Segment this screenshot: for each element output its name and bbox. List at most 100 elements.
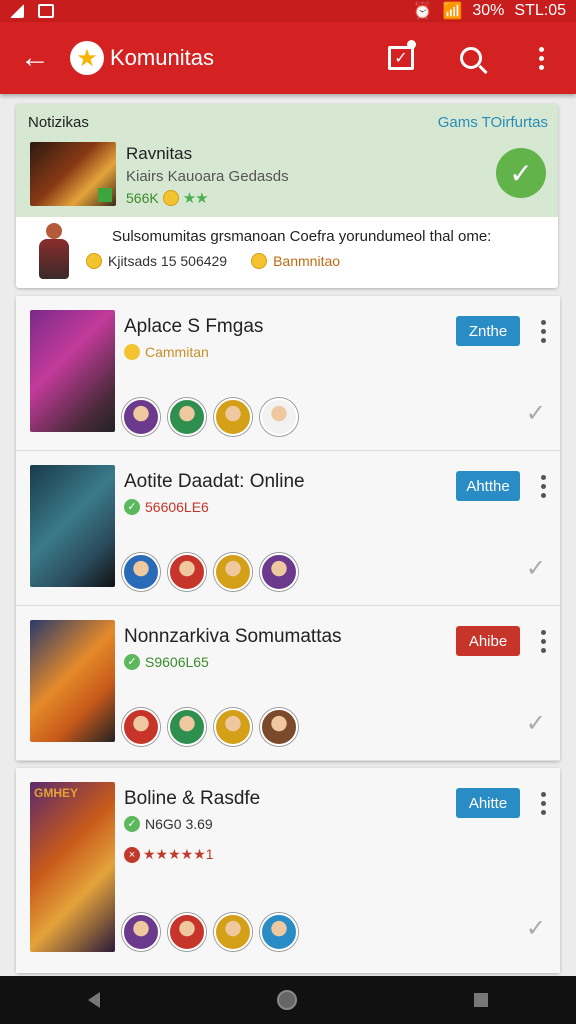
game-banner: GMHEY: [34, 786, 79, 800]
check-icon[interactable]: ✓: [526, 709, 546, 738]
checkbox-icon: ✓: [388, 46, 414, 70]
more-vert-icon[interactable]: [541, 630, 546, 653]
checkbox-button[interactable]: ✓: [366, 22, 436, 94]
game-row[interactable]: Nonnzarkiva Somumattas ✓ S9606L65 Ahibe ✓: [16, 606, 560, 761]
notification-dot: [407, 40, 416, 49]
play-button[interactable]: Ahtthe: [456, 471, 520, 501]
wifi-icon: 📶: [442, 3, 463, 20]
nav-recent-icon[interactable]: [473, 993, 488, 1007]
avatar: [122, 913, 160, 951]
game-row[interactable]: Aplace S Fmgas Cammitan Znthe ✓: [16, 296, 560, 451]
hero-avatar: [36, 223, 72, 285]
image-icon: [38, 4, 54, 18]
check-icon: ✓: [509, 157, 533, 189]
search-button[interactable]: [436, 22, 506, 94]
alarm-icon: ⏰: [412, 3, 433, 20]
game-title: Aotite Daadat: Online: [124, 471, 305, 492]
status-bar: ⏰ 📶 30% STL:05: [0, 0, 576, 22]
game-title: Nonnzarkiva Somumattas: [124, 626, 342, 647]
avatar: [122, 398, 160, 436]
notification-meta: 566K ★★: [126, 189, 209, 207]
nav-home-icon[interactable]: [276, 990, 297, 1010]
more-vert-icon: [538, 46, 544, 70]
more-menu-button[interactable]: [506, 22, 576, 94]
system-nav-bar: [0, 976, 576, 1024]
nav-back-icon[interactable]: [88, 992, 101, 1008]
game-art: GMHEY: [30, 782, 115, 952]
star-logo-icon: ★: [70, 41, 104, 75]
status-dot-icon: [124, 344, 140, 360]
avatar: [260, 553, 298, 591]
status-dot-icon: ✓: [124, 654, 140, 670]
play-button[interactable]: Znthe: [456, 316, 520, 346]
game-title: Aplace S Fmgas: [124, 316, 264, 337]
player-avatars: [122, 708, 298, 746]
games-link[interactable]: Gams TOirfurtas: [438, 114, 548, 131]
avatar: [260, 708, 298, 746]
notification-stats: Kjitsads 15 506429 Banmnitao: [86, 253, 340, 269]
more-vert-icon[interactable]: [541, 792, 546, 815]
avatar: [168, 398, 206, 436]
game-list-2: GMHEY Boline & Rasdfe ✓ N6G0 3.69 × ★★★★★1…: [16, 768, 560, 973]
stats-left: Kjitsads 15 506429: [108, 253, 228, 269]
avatar: [260, 398, 298, 436]
game-status: ✓ N6G0 3.69: [124, 816, 213, 832]
game-status: ✓ 56606LE6: [124, 499, 209, 515]
game-status: ✓ S9606L65: [124, 654, 209, 670]
avatar: [122, 553, 160, 591]
check-icon[interactable]: ✓: [526, 399, 546, 428]
avatar: [214, 398, 252, 436]
x-icon: ×: [124, 846, 140, 863]
play-button[interactable]: Ahitte: [456, 788, 520, 818]
game-art: [30, 620, 115, 742]
page-title: Komunitas: [110, 45, 214, 70]
status-dot-icon: ✓: [124, 816, 140, 832]
notification-card[interactable]: Notizikas Gams TOirfurtas Ravnitas Kiair…: [16, 104, 558, 288]
signal-icon: [10, 4, 24, 18]
avatar: [260, 913, 298, 951]
accept-button[interactable]: ✓: [496, 148, 546, 198]
game-art: [30, 310, 115, 432]
player-avatars: [122, 553, 298, 591]
status-time: STL:05: [514, 2, 566, 19]
more-vert-icon[interactable]: [541, 320, 546, 343]
game-title: Boline & Rasdfe: [124, 788, 261, 809]
avatar: [214, 913, 252, 951]
notification-count: 566K: [126, 190, 159, 206]
avatar: [168, 913, 206, 951]
game-status: Cammitan: [124, 344, 209, 360]
notification-name: Ravnitas: [126, 144, 193, 163]
play-button[interactable]: Ahibe: [456, 626, 520, 656]
player-avatars: [122, 913, 298, 951]
notification-message: Sulsomumitas grsmanoan Coefra yorundumeo…: [112, 228, 492, 245]
game-list: Aplace S Fmgas Cammitan Znthe ✓ Aotite D…: [16, 296, 560, 761]
player-avatars: [122, 398, 298, 436]
avatar: [168, 553, 206, 591]
smiley-icon: [251, 253, 268, 269]
more-vert-icon[interactable]: [541, 475, 546, 498]
check-icon[interactable]: ✓: [526, 914, 546, 943]
smiley-icon: [162, 190, 179, 206]
avatar: [214, 708, 252, 746]
search-icon: [460, 47, 482, 69]
avatar: [214, 553, 252, 591]
check-icon[interactable]: ✓: [526, 554, 546, 583]
stars-icon: ★★: [182, 190, 209, 207]
arrow-left-icon: ←: [20, 41, 50, 74]
notification-thumbnail: [30, 142, 116, 206]
stats-right: Banmnitao: [273, 253, 341, 269]
game-row[interactable]: Aotite Daadat: Online ✓ 56606LE6 Ahtthe ✓: [16, 451, 560, 606]
smiley-icon: [86, 253, 102, 269]
game-row[interactable]: GMHEY Boline & Rasdfe ✓ N6G0 3.69 × ★★★★★1…: [16, 768, 560, 973]
notification-header: Notizikas: [28, 114, 89, 131]
game-art: [30, 465, 115, 587]
app-bar: ← ★ Komunitas ✓: [0, 22, 576, 94]
back-button[interactable]: ←: [0, 22, 70, 94]
avatar: [168, 708, 206, 746]
status-dot-icon: ✓: [124, 499, 140, 515]
android-badge-icon: [98, 188, 112, 202]
rating-stars: × ★★★★★1: [124, 846, 214, 863]
avatar: [122, 708, 160, 746]
notification-subtitle: Kiairs Kauoara Gedasds: [126, 168, 289, 185]
battery-text: 30%: [472, 2, 505, 19]
